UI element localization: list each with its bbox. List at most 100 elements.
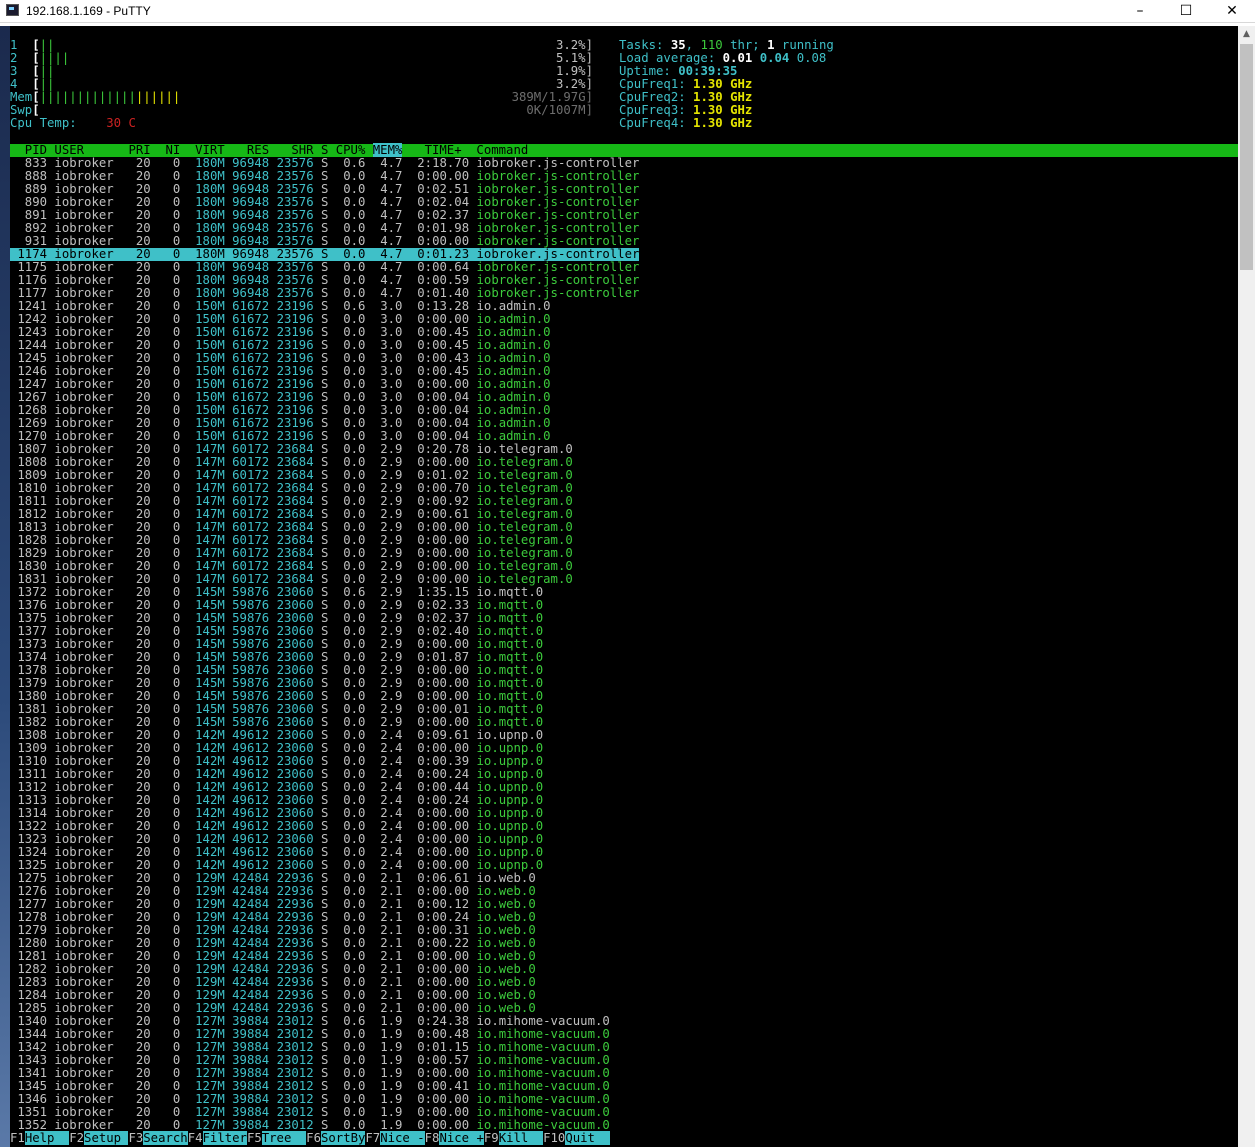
fkey-number[interactable]: F10 (543, 1131, 565, 1145)
fkey-label[interactable]: Setup (84, 1131, 129, 1145)
command-cell: io.web.0 (469, 884, 536, 898)
res-cell: 42484 (224, 923, 270, 937)
command-cell: iobroker.js-controller (469, 156, 640, 170)
fkey-f4[interactable]: F4Filter (188, 1131, 247, 1145)
pid-cell: 1376 (10, 598, 48, 612)
nice-cell: 0 (150, 1118, 181, 1132)
fkey-label[interactable]: Filter (202, 1131, 247, 1145)
shr-cell: 22936 (269, 988, 314, 1002)
nice-cell: 0 (150, 1014, 181, 1028)
fkey-f9[interactable]: F9Kill (484, 1131, 544, 1145)
pid-cell: 1269 (10, 416, 48, 430)
fkey-label[interactable]: Nice - (380, 1131, 425, 1145)
terminal-screen[interactable]: 1 [|| 2 [|||| 3 [|| 4 [|| Mem[||||||||||… (10, 26, 1238, 1147)
cpu-cell: 0.0 (328, 286, 366, 300)
fkey-number[interactable]: F6 (306, 1131, 321, 1145)
close-icon[interactable]: ✕ (1209, 0, 1255, 22)
nice-cell: 0 (150, 806, 181, 820)
fkey-number[interactable]: F9 (484, 1131, 499, 1145)
user-cell: iobroker (47, 156, 122, 170)
process-list[interactable]: 833 iobroker 20 0 180M 96948 23576 S 0.6… (10, 156, 640, 1132)
shr-cell: 23196 (269, 325, 314, 339)
command-cell: io.web.0 (469, 1001, 536, 1015)
header-columns[interactable]: PID USER PRI NI VIRT RES SHR S CPU% (10, 143, 373, 157)
cpu-cell: 0.0 (328, 702, 366, 716)
command-cell: io.upnp.0 (469, 754, 544, 768)
virt-cell: 142M (180, 780, 225, 794)
function-key-bar[interactable]: F1Help F2Setup F3SearchF4FilterF5Tree F6… (10, 1131, 1238, 1145)
nice-cell: 0 (150, 390, 181, 404)
command-cell: io.admin.0 (469, 416, 551, 430)
state-cell: S (313, 585, 329, 599)
fkey-f6[interactable]: F6SortBy (306, 1131, 366, 1145)
fkey-number[interactable]: F7 (365, 1131, 380, 1145)
fkey-label[interactable]: SortBy (320, 1131, 366, 1145)
virt-cell: 127M (180, 1079, 225, 1093)
cpu-cell: 0.0 (328, 1053, 366, 1067)
fkey-number[interactable]: F5 (247, 1131, 262, 1145)
maximize-icon[interactable]: ☐ (1163, 0, 1209, 22)
fkey-number[interactable]: F3 (128, 1131, 143, 1145)
putty-app-icon[interactable] (6, 4, 19, 16)
fkey-f8[interactable]: F8Nice + (425, 1131, 484, 1145)
state-cell: S (313, 728, 329, 742)
pid-cell: 1377 (10, 624, 48, 638)
fkey-f5[interactable]: F5Tree (247, 1131, 307, 1145)
user-cell: iobroker (47, 871, 122, 885)
pid-cell: 1378 (10, 663, 48, 677)
priority-cell: 20 (121, 832, 151, 846)
title-bar[interactable]: 192.168.1.169 - PuTTY – ☐ ✕ (0, 0, 1255, 23)
fkey-number[interactable]: F4 (188, 1131, 203, 1145)
fkey-number[interactable]: F8 (425, 1131, 440, 1145)
mem-cell: 2.4 (365, 754, 403, 768)
user-cell: iobroker (47, 793, 122, 807)
virt-cell: 180M (180, 195, 225, 209)
pid-cell: 1340 (10, 1014, 48, 1028)
minimize-icon[interactable]: – (1117, 0, 1163, 22)
fkey-label[interactable]: Tree (261, 1131, 307, 1145)
res-cell: 42484 (224, 1001, 270, 1015)
fkey-label[interactable]: Search (143, 1131, 188, 1145)
res-cell: 61672 (224, 429, 270, 443)
header-columns-tail[interactable]: TIME+ Command (402, 143, 529, 157)
fkey-label[interactable]: Kill (498, 1131, 544, 1145)
fkey-f10[interactable]: F10Quit (543, 1131, 610, 1145)
fkey-number[interactable]: F2 (69, 1131, 84, 1145)
nice-cell: 0 (150, 455, 181, 469)
sort-column-mem[interactable]: MEM% (372, 143, 403, 157)
res-cell: 42484 (224, 962, 270, 976)
fkey-f2[interactable]: F2Setup (69, 1131, 129, 1145)
fkey-label[interactable]: Nice + (439, 1131, 484, 1145)
res-cell: 49612 (224, 858, 270, 872)
pid-cell: 1268 (10, 403, 48, 417)
state-cell: S (313, 286, 329, 300)
res-cell: 49612 (224, 832, 270, 846)
priority-cell: 20 (121, 1053, 151, 1067)
state-cell: S (313, 507, 329, 521)
cpu-cell: 0.0 (328, 897, 366, 911)
fkey-f3[interactable]: F3Search (128, 1131, 188, 1145)
nice-cell: 0 (150, 715, 181, 729)
command-cell: io.upnp.0 (469, 845, 544, 859)
command-cell: io.mqtt.0 (469, 611, 544, 625)
cpu-cell: 0.0 (328, 741, 366, 755)
fkey-number[interactable]: F1 (10, 1131, 25, 1145)
cpu-cell: 0.0 (328, 923, 366, 937)
scroll-up-icon[interactable]: ▲ (1238, 26, 1255, 43)
scrollbar-thumb[interactable] (1240, 44, 1253, 270)
priority-cell: 20 (121, 871, 151, 885)
state-cell: S (313, 754, 329, 768)
priority-cell: 20 (121, 429, 151, 443)
fkey-label[interactable]: Help (24, 1131, 70, 1145)
mem-cell: 1.9 (365, 1079, 403, 1093)
vertical-scrollbar[interactable]: ▲ (1238, 26, 1255, 1147)
priority-cell: 20 (121, 780, 151, 794)
fkey-f7[interactable]: F7Nice - (365, 1131, 425, 1145)
fkey-f1[interactable]: F1Help (10, 1131, 70, 1145)
priority-cell: 20 (121, 1118, 151, 1132)
time-cell: 0:00.00 (402, 637, 470, 651)
command-cell: io.mihome-vacuum.0 (469, 1040, 610, 1054)
command-cell: io.telegram.0 (469, 546, 573, 560)
fkey-label[interactable]: Quit (565, 1131, 610, 1145)
res-cell: 59876 (224, 676, 270, 690)
